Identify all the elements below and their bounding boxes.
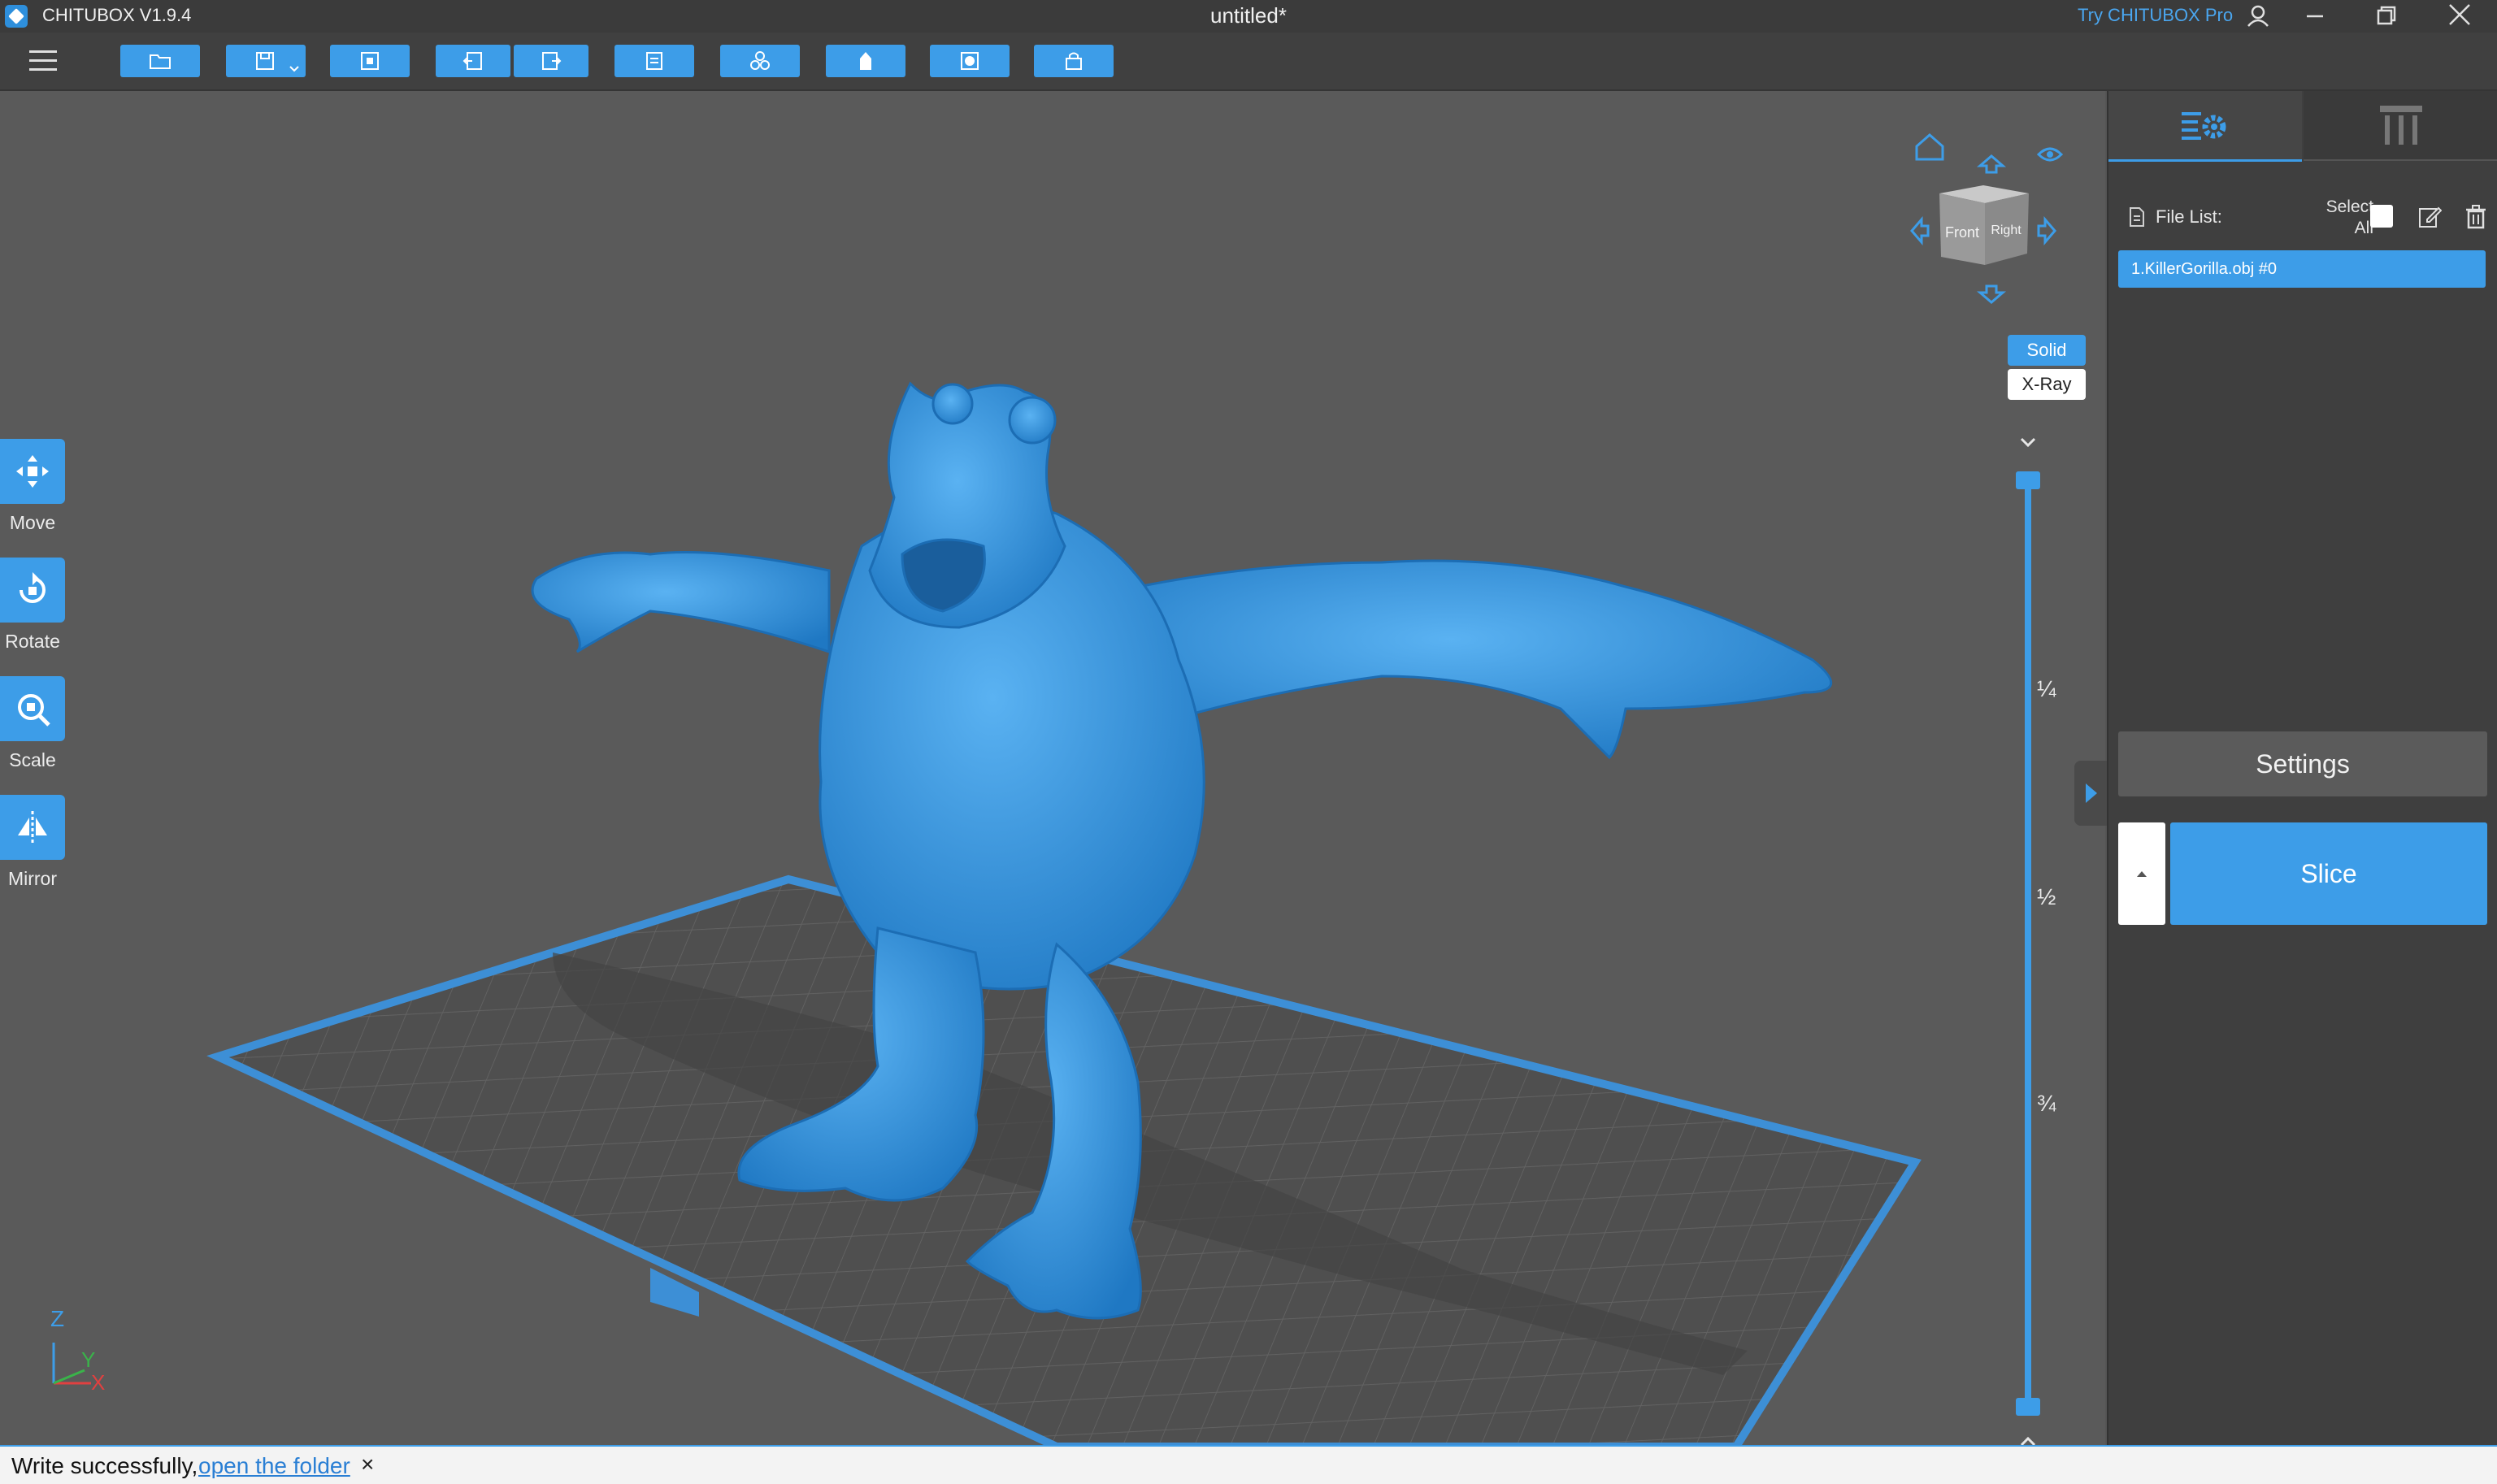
scale-label: Scale: [9, 749, 56, 770]
account-button[interactable]: [2227, 0, 2276, 33]
title-bar: CHITUBOX V1.9.4 untitled* Try CHITUBOX P…: [0, 0, 2497, 33]
cube-right-label: Right: [1991, 223, 2021, 237]
try-pro-link[interactable]: Try CHITUBOX Pro: [2078, 5, 2233, 26]
select-all-label: Select All: [2279, 197, 2373, 239]
folder-icon: [150, 54, 171, 69]
save-icon: [256, 52, 274, 70]
view-up-arrow-icon[interactable]: [1976, 154, 2007, 174]
slice-options-button[interactable]: [2118, 822, 2165, 925]
right-panel: File List: Select All 1.KillerGorilla.ob…: [2074, 91, 2497, 1447]
minimize-button[interactable]: [2282, 0, 2347, 33]
status-message: Write successfully,: [11, 1453, 198, 1478]
tab-supports[interactable]: [2304, 91, 2497, 161]
home-view-icon[interactable]: [1915, 133, 1944, 161]
slider-mark-half: ½: [2037, 884, 2056, 909]
user-icon: [2247, 5, 2269, 27]
dig-hole-button[interactable]: [930, 45, 1010, 77]
open-file-button[interactable]: [120, 45, 200, 77]
view-left-arrow-icon[interactable]: [1910, 215, 1930, 246]
dig-hole-icon: [961, 52, 979, 70]
layer-slider-bottom-handle[interactable]: [2016, 1398, 2040, 1416]
restore-icon: [2377, 6, 2396, 25]
axis-indicator: Z Y X: [50, 1306, 105, 1395]
undo-icon: [462, 52, 482, 70]
axis-x-label: X: [91, 1370, 105, 1395]
layer-slider-track[interactable]: [2025, 479, 2031, 1408]
layout-icon: [361, 52, 379, 70]
select-all-label-line2: All: [2354, 219, 2373, 237]
build-plate-scene[interactable]: Z Y X: [0, 91, 2105, 1447]
arrange-icon: [750, 51, 770, 70]
tab-model-settings[interactable]: [2108, 91, 2302, 162]
select-all-label-line1: Select: [2325, 197, 2373, 216]
move-label: Move: [9, 512, 56, 533]
close-button[interactable]: [2425, 0, 2490, 33]
open-folder-link[interactable]: open the folder: [198, 1453, 350, 1479]
slider-mark-three-quarter: ¾: [2037, 1091, 2056, 1116]
slider-mark-quarter: ¼: [2037, 676, 2056, 701]
copy-button[interactable]: [614, 45, 694, 77]
chevron-up-icon: [2137, 871, 2147, 877]
xray-mode-button[interactable]: X-Ray: [2008, 369, 2086, 400]
solid-mode-button[interactable]: Solid: [2008, 335, 2086, 366]
rotate-label: Rotate: [5, 631, 60, 652]
chevron-down-icon: [289, 66, 299, 72]
save-button[interactable]: [226, 45, 306, 77]
minimize-icon: [2307, 15, 2323, 18]
cube-front-label: Front: [1945, 224, 1979, 241]
arrange-button[interactable]: [720, 45, 800, 77]
settings-button[interactable]: Settings: [2118, 731, 2487, 796]
status-close-icon[interactable]: ×: [361, 1451, 374, 1477]
edit-icon[interactable]: [2417, 205, 2442, 229]
file-document-icon: [2130, 207, 2144, 227]
redo-button[interactable]: [514, 45, 588, 77]
hollow-button[interactable]: [826, 45, 905, 77]
file-name: 1.KillerGorilla.obj #0: [2131, 260, 2277, 278]
chevron-right-icon: [2086, 783, 2097, 803]
file-list-item[interactable]: 1.KillerGorilla.obj #0: [2118, 250, 2486, 288]
3d-viewport[interactable]: Z Y X Move Rotate Scale Mirror Front Rig…: [0, 91, 2105, 1447]
panel-collapse-button[interactable]: [2074, 761, 2107, 826]
redo-icon: [542, 52, 562, 70]
slider-collapse-icon[interactable]: [2016, 434, 2040, 450]
view-right-arrow-icon[interactable]: [2037, 215, 2056, 246]
mirror-icon: [18, 811, 47, 844]
axis-y-label: Y: [81, 1347, 95, 1372]
move-icon: [16, 455, 49, 488]
layer-slider-top-handle[interactable]: [2016, 471, 2040, 489]
axis-z-label: Z: [50, 1306, 64, 1331]
select-all-checkbox[interactable]: [2370, 205, 2393, 228]
hamburger-menu-icon[interactable]: [29, 49, 57, 73]
scale-icon: [18, 694, 50, 727]
undo-button[interactable]: [436, 45, 510, 77]
main-toolbar: [0, 33, 2497, 91]
file-list-label: File List:: [2156, 206, 2222, 227]
lock-button[interactable]: [1034, 45, 1114, 77]
settings-list-icon: [2182, 112, 2226, 140]
restore-button[interactable]: [2354, 0, 2419, 33]
rotate-icon: [20, 572, 46, 603]
slice-button[interactable]: Slice: [2170, 822, 2487, 925]
hollow-icon: [860, 52, 871, 70]
eye-icon[interactable]: [2036, 147, 2064, 162]
status-bar: Write successfully, open the folder ×: [0, 1445, 2497, 1484]
view-down-arrow-icon[interactable]: [1976, 284, 2007, 304]
close-icon: [2449, 4, 2470, 25]
auto-layout-button[interactable]: [330, 45, 410, 77]
lock-icon: [1066, 52, 1082, 70]
view-cube-navigator[interactable]: Front Right: [1894, 124, 2073, 319]
supports-icon: [2380, 106, 2422, 145]
trash-icon[interactable]: [2464, 205, 2487, 229]
mirror-label: Mirror: [7, 868, 58, 889]
view-cube[interactable]: Front Right: [1939, 185, 2029, 265]
copy-icon: [646, 52, 662, 70]
